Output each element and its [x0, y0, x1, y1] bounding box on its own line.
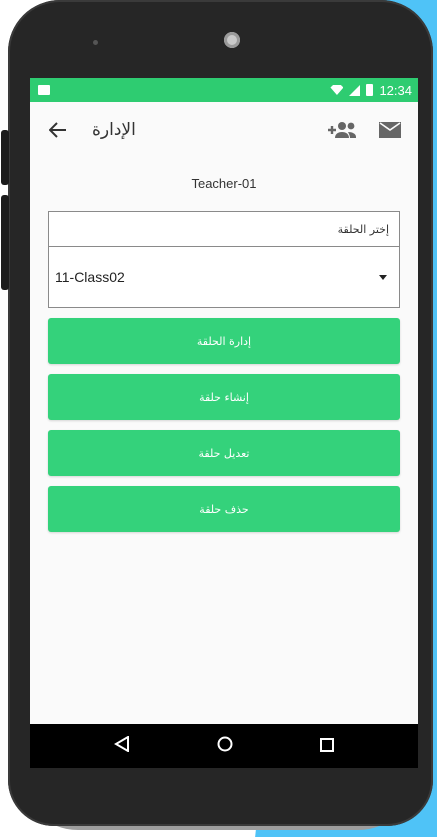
back-button[interactable]: [40, 112, 76, 148]
manage-class-button[interactable]: إدارة الحلقة: [48, 318, 400, 364]
class-dropdown-value: 11-Class02: [55, 269, 125, 285]
create-class-button[interactable]: إنشاء حلقة: [48, 374, 400, 420]
canvas: 12:34 الإدارة Teacher-01 إختر الحلقة 11-…: [0, 0, 437, 837]
class-dropdown[interactable]: 11-Class02: [49, 247, 399, 307]
mail-button[interactable]: [372, 112, 408, 148]
battery-icon: [366, 84, 374, 96]
image-icon: [38, 85, 50, 95]
home-nav-button[interactable]: [217, 736, 233, 756]
status-time: 12:34: [379, 82, 412, 98]
front-camera: [224, 32, 240, 48]
toolbar: الإدارة: [30, 102, 418, 158]
back-nav-button[interactable]: [113, 735, 130, 756]
edit-class-button[interactable]: تعديل حلقة: [48, 430, 400, 476]
dropdown-caret-icon: [379, 274, 387, 280]
class-select-box: إختر الحلقة 11-Class02: [48, 211, 400, 308]
navigation-bar: [30, 724, 418, 768]
recents-nav-button[interactable]: [320, 737, 335, 756]
back-nav-icon: [113, 735, 129, 753]
speaker: [93, 40, 98, 45]
wifi-icon: [330, 85, 344, 95]
screen: 12:34 الإدارة Teacher-01 إختر الحلقة 11-…: [30, 78, 418, 768]
signal-icon: [349, 84, 361, 96]
status-bar: 12:34: [30, 78, 418, 102]
page-title: الإدارة: [92, 120, 136, 140]
delete-class-button[interactable]: حذف حلقة: [48, 486, 400, 532]
status-right: 12:34: [330, 83, 412, 98]
select-label: إختر الحلقة: [49, 212, 399, 247]
recents-nav-icon: [320, 737, 335, 752]
power-button: [1, 130, 9, 185]
mail-icon: [379, 122, 401, 138]
home-nav-icon: [217, 736, 233, 752]
teacher-name: Teacher-01: [191, 176, 257, 191]
add-group-icon: [328, 122, 356, 138]
arrow-back-icon: [49, 122, 66, 138]
add-group-button[interactable]: [324, 112, 360, 148]
volume-button: [1, 195, 9, 290]
